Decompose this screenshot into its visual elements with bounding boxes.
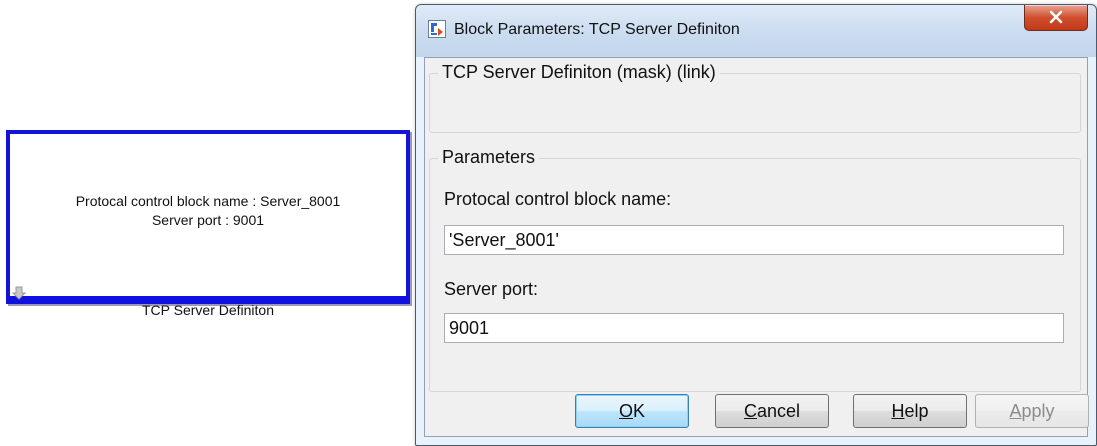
dialog-title: Block Parameters: TCP Server Definiton <box>454 21 740 38</box>
close-button[interactable] <box>1024 5 1088 31</box>
mnemonic-letter: H <box>891 401 905 421</box>
mnemonic-letter: C <box>743 401 757 421</box>
mnemonic-letter: A <box>1009 401 1022 421</box>
parameters-header: Parameters <box>438 147 540 168</box>
close-icon <box>1049 10 1063 24</box>
dialog-titlebar[interactable]: Block Parameters: TCP Server Definiton <box>416 5 1096 57</box>
block-caption[interactable]: TCP Server Definiton <box>6 302 410 318</box>
server-port-input[interactable] <box>444 313 1064 343</box>
tcp-server-block[interactable]: Protocal control block name : Server_800… <box>6 130 410 304</box>
description-group: TCP Server Definiton (mask) (link) <box>429 62 1081 133</box>
apply-button[interactable]: Apply <box>975 394 1089 428</box>
block-text: Protocal control block name : Server_800… <box>10 192 406 230</box>
pcb-name-input[interactable] <box>444 225 1064 255</box>
pcb-name-label: Protocal control block name: <box>444 189 672 209</box>
server-port-label: Server port: <box>444 279 539 299</box>
simulink-block-icon <box>428 20 446 38</box>
help-button[interactable]: Help <box>853 394 967 428</box>
down-arrow-icon <box>12 286 26 300</box>
block-line-port: Server port : 9001 <box>151 212 265 228</box>
block-line-name: Protocal control block name : Server_800… <box>75 193 341 209</box>
description-header: TCP Server Definiton (mask) (link) <box>438 62 720 83</box>
ok-button[interactable]: OK <box>575 394 689 428</box>
mnemonic-letter: O <box>618 401 633 421</box>
cancel-button[interactable]: Cancel <box>715 394 829 428</box>
parameters-group: Parameters Protocal control block name: … <box>429 147 1081 392</box>
block-parameters-dialog: Block Parameters: TCP Server Definiton T… <box>415 4 1097 446</box>
dialog-client-area: TCP Server Definiton (mask) (link) Param… <box>424 57 1089 437</box>
